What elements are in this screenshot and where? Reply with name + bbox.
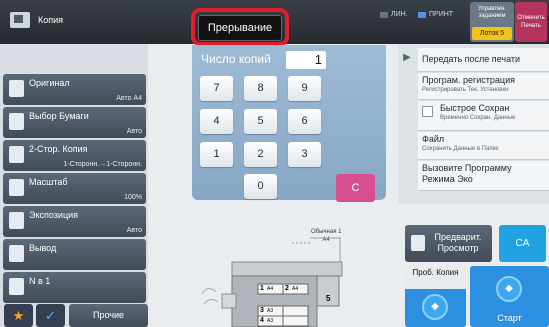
copy-icon [10,12,30,28]
check-icon: ✓ [45,308,56,323]
ca-button[interactable]: CA [499,225,546,262]
program-register-button[interactable]: Програм. регистрация Регистрировать Тек.… [418,73,549,100]
document-icon [9,80,24,97]
others-button[interactable]: Прочие [69,304,148,327]
star-icon: ★ [12,308,25,323]
eco-program-button[interactable]: Вызовите Программу Режима Эко [418,161,549,191]
key-1[interactable]: 1 [200,142,233,167]
left-panel: Оригинал Авто A4 Выбор Бумаги Авто 2-Сто… [0,44,148,327]
tray-1-num: 1 [260,285,264,292]
start-icon [496,276,522,302]
exposure-button[interactable]: Экспозиция Авто [3,206,146,237]
start-button[interactable]: Старт [470,266,549,327]
bottom-left-bar: ★ ✓ Прочие [0,304,148,327]
tray-1-size: A4 [267,286,274,292]
status-print: ПРИНТ [418,11,453,18]
machine-preview: Обычная 1 A4 1 A4 2 A4 3 A3 4 A3 5 [192,202,398,327]
clear-key[interactable]: C [336,174,375,202]
key-8[interactable]: 8 [244,76,277,101]
tray-2-num: 2 [285,285,289,292]
app-title: Копия [10,12,63,28]
n-up-button[interactable]: N в 1 [3,272,146,303]
scale-button[interactable]: Масштаб 100% [3,173,146,204]
preview-icon [411,235,425,251]
exposure-icon [9,212,24,229]
tray-2-size: A4 [292,286,299,292]
tray-3-size: A3 [267,308,274,314]
copies-label: Число копий [201,52,271,66]
output-button[interactable]: Вывод [3,239,146,270]
key-6[interactable]: 6 [288,109,321,134]
paper-select-button[interactable]: Выбор Бумаги Авто [3,107,146,138]
tray-4-num: 4 [260,317,264,324]
job-queue-badge: Лоток 5 [472,27,512,40]
tray-4-size: A3 [267,318,274,324]
copies-field[interactable]: 1 [286,51,326,69]
key-7[interactable]: 7 [200,76,233,101]
tray-3-num: 3 [260,307,264,314]
quick-save-button[interactable]: Быстрое Сохран Временно Сохран. Данные [418,101,549,131]
key-9[interactable]: 9 [288,76,321,101]
status-line: ЛИН. [380,11,408,18]
printer-illustration [201,237,343,327]
line-status-icon [380,11,388,18]
preview-button[interactable]: Предварит. Просмотр [405,225,492,262]
duplex-icon [9,146,24,163]
app-title-text: Копия [38,15,64,25]
key-2[interactable]: 2 [244,142,277,167]
copies-keypad: Число копий 1 7 8 9 4 5 6 1 2 3 0 C [192,45,386,202]
favorites-star-button[interactable]: ★ [4,304,33,327]
scale-icon [9,179,24,196]
job-status-label: Управлен. заданием [477,6,507,19]
original-button[interactable]: Оригинал Авто A4 [3,74,146,105]
file-button[interactable]: Файл Сохранить Данные в Папке [418,132,549,160]
interrupt-button[interactable]: Прерывание [198,15,282,41]
n-up-icon [9,278,24,295]
proof-start-icon [422,294,448,320]
job-status-button[interactable]: Управлен. заданием Лоток 5 [470,2,514,42]
cancel-print-button[interactable]: Отменить Печать [515,2,547,42]
print-status-icon [418,11,426,18]
key-0[interactable]: 0 [244,174,277,199]
key-3[interactable]: 3 [288,142,321,167]
output-icon [9,245,24,262]
right-panel: ▶ Передать после печати Програм. регистр… [398,44,549,204]
expand-arrow-icon[interactable]: ▶ [398,44,416,72]
check-settings-button[interactable]: ✓ [36,304,65,327]
duplex-button[interactable]: 2-Стор. Копия 1-Сторонн.→1-Сторонн. [3,140,146,171]
tray-5-num: 5 [326,294,331,303]
quick-save-checkbox[interactable] [422,106,433,117]
key-4[interactable]: 4 [200,109,233,134]
proof-copy-button[interactable]: Проб. Копия [405,266,466,327]
send-after-print-button[interactable]: Передать после печати [418,48,549,72]
key-5[interactable]: 5 [244,109,277,134]
paper-icon [9,113,24,130]
